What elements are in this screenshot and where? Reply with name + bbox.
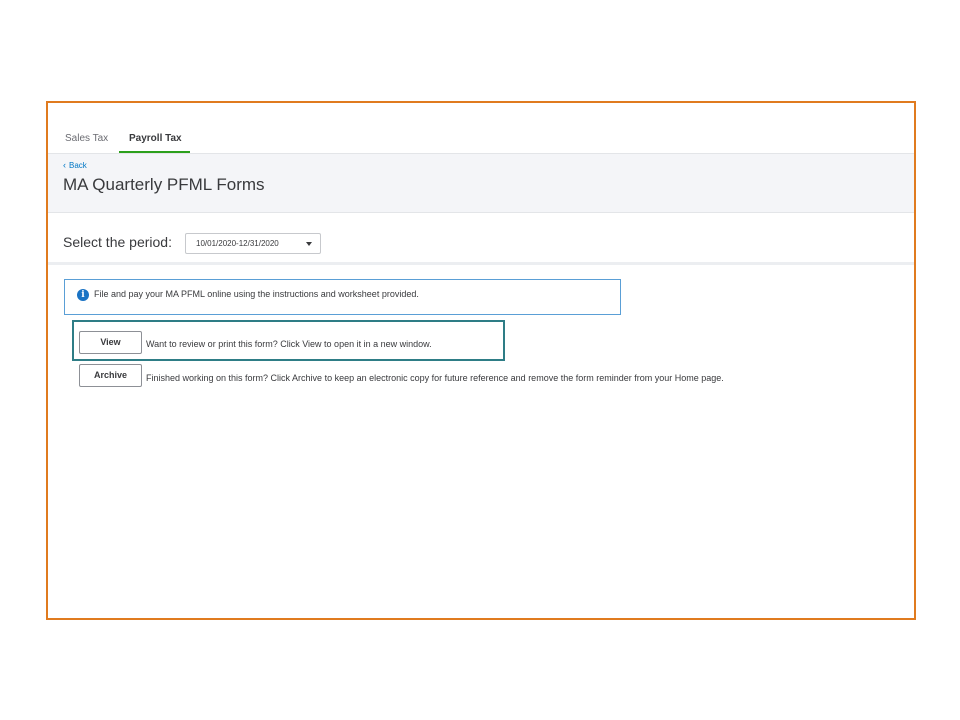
info-text: File and pay your MA PFML online using t… (94, 289, 419, 299)
caret-down-icon (306, 242, 312, 246)
screenshot-frame: Sales Tax Payroll Tax ‹ Back MA Quarterly… (46, 101, 916, 620)
period-select[interactable]: 10/01/2020-12/31/2020 (185, 233, 321, 254)
period-select-value: 10/01/2020-12/31/2020 (196, 239, 279, 248)
info-icon: i (77, 289, 89, 301)
divider (48, 262, 914, 265)
back-link[interactable]: ‹ Back (63, 160, 87, 170)
tab-sales-tax[interactable]: Sales Tax (65, 133, 108, 144)
tab-bar: Sales Tax Payroll Tax (48, 103, 914, 153)
info-banner: i File and pay your MA PFML online using… (64, 279, 621, 315)
archive-button[interactable]: Archive (79, 364, 142, 387)
back-label: Back (69, 161, 87, 170)
view-button[interactable]: View (79, 331, 142, 354)
archive-description: Finished working on this form? Click Arc… (146, 373, 724, 383)
view-description: Want to review or print this form? Click… (146, 339, 432, 349)
chevron-left-icon: ‹ (63, 160, 66, 170)
page-header: ‹ Back MA Quarterly PFML Forms (48, 153, 914, 213)
period-label: Select the period: (63, 234, 172, 250)
page-title: MA Quarterly PFML Forms (63, 175, 265, 194)
tab-payroll-tax[interactable]: Payroll Tax (129, 133, 182, 144)
